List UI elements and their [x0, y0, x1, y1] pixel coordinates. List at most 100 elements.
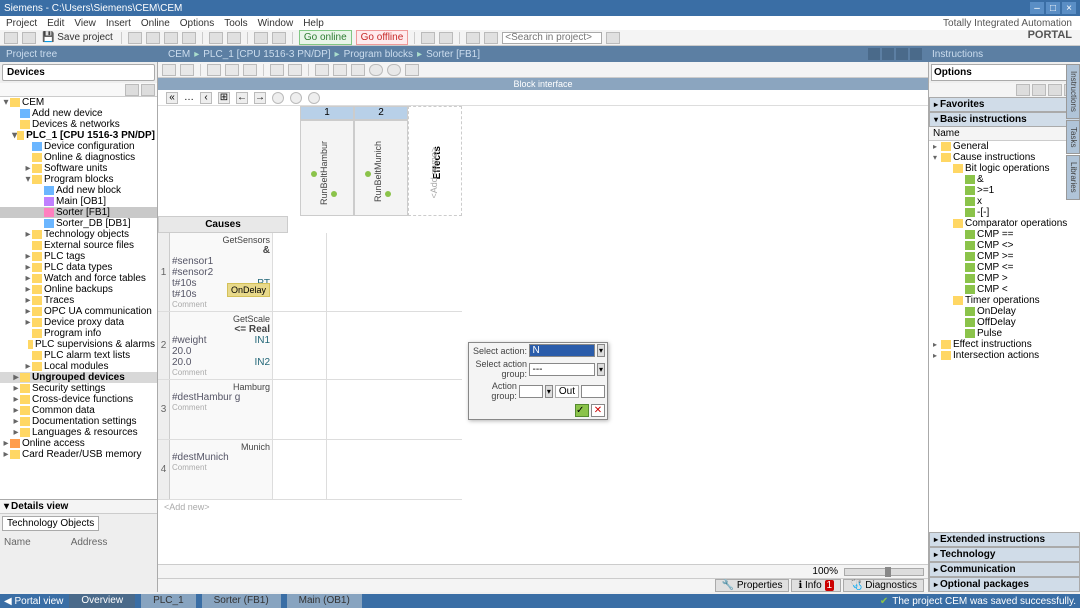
tree-node-27[interactable]: ▸Cross-device functions — [0, 394, 157, 405]
et-icon-6[interactable] — [270, 64, 284, 76]
vtab-libraries[interactable]: Libraries — [1066, 155, 1080, 200]
tree-node-20[interactable]: ▸Device proxy data — [0, 317, 157, 328]
inst-node-5[interactable]: x — [929, 196, 1080, 207]
cause-row-2[interactable]: 3Hamburg#destHambur gComment — [158, 380, 462, 440]
tree-node-9[interactable]: Main [OB1] — [0, 196, 157, 207]
menu-help[interactable]: Help — [303, 18, 324, 29]
zoom-level[interactable]: 100% — [812, 566, 838, 577]
tree-node-1[interactable]: Add new device — [0, 108, 157, 119]
select-action-field[interactable]: N — [529, 344, 595, 357]
chevron-down-icon[interactable]: ▾ — [4, 501, 9, 512]
nav-c3[interactable] — [308, 92, 320, 104]
inst-node-16[interactable]: OffDelay — [929, 317, 1080, 328]
inst-node-19[interactable]: ▸Intersection actions — [929, 350, 1080, 361]
inst-node-9[interactable]: CMP <> — [929, 240, 1080, 251]
editor-maximize-icon[interactable] — [882, 48, 894, 60]
menu-view[interactable]: View — [74, 18, 96, 29]
cause-row-3[interactable]: 4Munich#destMunichComment — [158, 440, 462, 500]
zoom-slider[interactable] — [844, 568, 924, 576]
tree-node-32[interactable]: ▸Card Reader/USB memory — [0, 449, 157, 460]
details-tab[interactable]: Technology Objects — [2, 516, 99, 531]
nav-prev[interactable]: ‹ — [200, 92, 212, 104]
tree-node-19[interactable]: ▸OPC UA communication — [0, 306, 157, 317]
effect-col-num-1[interactable]: 2 — [354, 106, 408, 120]
inst-node-11[interactable]: CMP <= — [929, 262, 1080, 273]
menu-online[interactable]: Online — [141, 18, 170, 29]
start-cpu-icon[interactable] — [421, 32, 435, 44]
search-input[interactable] — [502, 32, 602, 44]
tree-node-28[interactable]: ▸Common data — [0, 405, 157, 416]
nav-c2[interactable] — [290, 92, 302, 104]
et-icon-12[interactable] — [387, 64, 401, 76]
section-communication[interactable]: ▸Communication — [929, 562, 1080, 577]
tree-node-18[interactable]: ▸Traces — [0, 295, 157, 306]
download-icon[interactable] — [254, 32, 268, 44]
stop-cpu-icon[interactable] — [439, 32, 453, 44]
editor-minimize-icon[interactable] — [868, 48, 880, 60]
tab-info[interactable]: ℹ Info 1 — [791, 579, 841, 592]
inst-node-10[interactable]: CMP >= — [929, 251, 1080, 262]
portal-view-button[interactable]: ◀ Portal view — [4, 596, 63, 607]
action-group-field[interactable] — [519, 385, 543, 398]
nav-first[interactable]: « — [166, 92, 178, 104]
tree-node-22[interactable]: PLC supervisions & alarms — [0, 339, 157, 350]
crumb-blocks[interactable]: Program blocks — [344, 49, 413, 60]
editor-close-icon[interactable] — [910, 48, 922, 60]
section-favorites[interactable]: ▸Favorites — [929, 97, 1080, 112]
tree-node-15[interactable]: ▸PLC data types — [0, 262, 157, 273]
effect-col-body-0[interactable]: RunBeltHambur — [300, 120, 354, 216]
save-project-button[interactable]: 💾 Save project — [40, 32, 115, 43]
tree-node-17[interactable]: ▸Online backups — [0, 284, 157, 295]
cross-ref-icon[interactable] — [466, 32, 480, 44]
paste-icon[interactable] — [164, 32, 178, 44]
select-action-dropdown[interactable]: ▾ — [597, 344, 605, 357]
tree-node-30[interactable]: ▸Languages & resources — [0, 427, 157, 438]
project-tree[interactable]: ▾CEMAdd new deviceDevices & networks▾PLC… — [0, 97, 157, 499]
copy-icon[interactable] — [146, 32, 160, 44]
action-group-dropdown[interactable]: ▾ — [545, 385, 553, 398]
inst-node-6[interactable]: -[-] — [929, 207, 1080, 218]
tree-node-24[interactable]: ▸Local modules — [0, 361, 157, 372]
et-icon-10[interactable] — [351, 64, 365, 76]
inst-node-13[interactable]: CMP < — [929, 284, 1080, 295]
nav-c1[interactable] — [272, 92, 284, 104]
cem-matrix[interactable]: Effects 1RunBeltHambur2RunBeltMunich <Ad… — [158, 106, 928, 564]
section-technology[interactable]: ▸Technology — [929, 547, 1080, 562]
close-button[interactable]: × — [1062, 2, 1076, 14]
cut-icon[interactable] — [128, 32, 142, 44]
tree-node-6[interactable]: ▸Software units — [0, 163, 157, 174]
select-group-dropdown[interactable]: ▾ — [597, 363, 605, 376]
nav-left[interactable]: ← — [236, 92, 248, 104]
editor-restore-icon[interactable] — [896, 48, 908, 60]
et-icon-8[interactable] — [315, 64, 329, 76]
redo-icon[interactable] — [227, 32, 241, 44]
inst-node-2[interactable]: Bit logic operations — [929, 163, 1080, 174]
effect-col-num-0[interactable]: 1 — [300, 106, 354, 120]
undo-icon[interactable] — [209, 32, 223, 44]
menu-options[interactable]: Options — [180, 18, 214, 29]
inst-node-17[interactable]: Pulse — [929, 328, 1080, 339]
menu-insert[interactable]: Insert — [106, 18, 131, 29]
tree-node-2[interactable]: Devices & networks — [0, 119, 157, 130]
crumb-sorter[interactable]: Sorter [FB1] — [426, 49, 480, 60]
et-icon-11[interactable] — [369, 64, 383, 76]
inst-node-12[interactable]: CMP > — [929, 273, 1080, 284]
menu-project[interactable]: Project — [6, 18, 37, 29]
new-project-icon[interactable] — [4, 32, 18, 44]
cause-row-0[interactable]: 1GetSensors&#sensor1#sensor2t#10sPTt#10s… — [158, 233, 462, 312]
cause-row-1[interactable]: 2GetScale<= Real#weightIN120.020.0IN2Com… — [158, 312, 462, 380]
portal-tab-main[interactable]: Main (OB1) — [287, 594, 362, 608]
portal-tab-plc[interactable]: PLC_1 — [141, 594, 196, 608]
tree-node-3[interactable]: ▾PLC_1 [CPU 1516-3 PN/DP] — [0, 130, 157, 141]
block-interface-header[interactable]: Block interface — [158, 78, 928, 90]
inst-node-18[interactable]: ▸Effect instructions — [929, 339, 1080, 350]
select-group-field[interactable]: --- — [529, 363, 595, 376]
et-icon-1[interactable] — [162, 64, 176, 76]
et-icon-2[interactable] — [180, 64, 194, 76]
tree-node-25[interactable]: ▸Ungrouped devices — [0, 372, 157, 383]
et-icon-13[interactable] — [405, 64, 419, 76]
inst-node-7[interactable]: Comparator operations — [929, 218, 1080, 229]
portal-tab-sorter[interactable]: Sorter (FB1) — [202, 594, 281, 608]
go-online-button[interactable]: Go online — [299, 30, 352, 45]
crumb-plc[interactable]: PLC_1 [CPU 1516-3 PN/DP] — [203, 49, 330, 60]
